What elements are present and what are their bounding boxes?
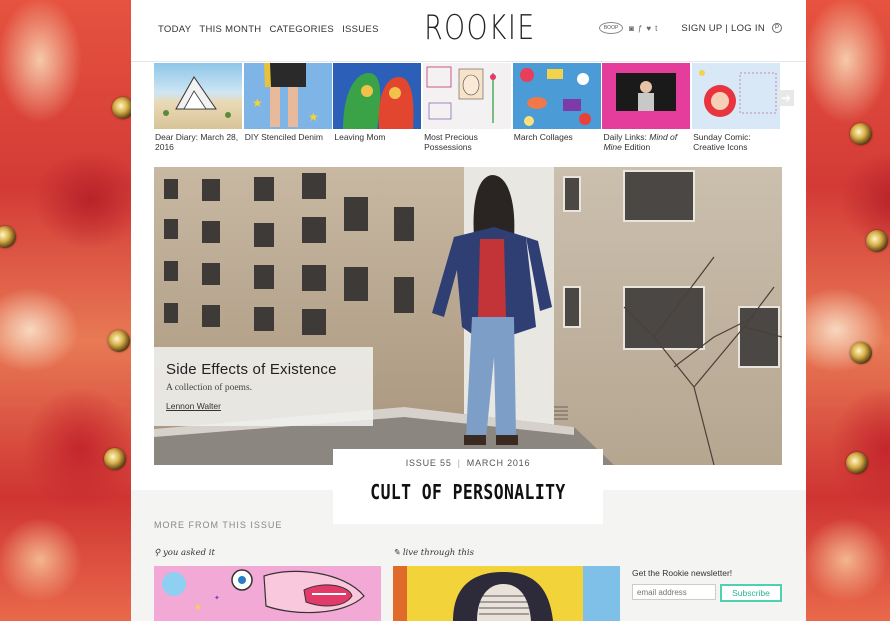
signup-login-link[interactable]: SIGN UP | LOG IN (681, 23, 765, 34)
carousel-caption[interactable]: Leaving Mom (333, 132, 423, 143)
carousel-item[interactable]: ★ ★ DIY Stenciled Denim (243, 63, 334, 155)
sequin-decoration (850, 123, 872, 145)
main-nav: TODAY THIS MONTH CATEGORIES ISSUES (158, 24, 379, 35)
issue-title[interactable]: CULT OF PERSONALITY (357, 480, 578, 504)
svg-text:★: ★ (252, 96, 263, 110)
newsletter-subscribe-button[interactable]: Subscribe (720, 584, 782, 602)
sequin-decoration (846, 452, 868, 474)
carousel-thumbnail[interactable] (602, 63, 691, 129)
carousel-thumbnail[interactable] (154, 63, 242, 129)
nav-issues[interactable]: ISSUES (342, 24, 379, 35)
featured-carousel: Dear Diary: March 28, 2016 ★ ★ DIY Stenc… (154, 63, 782, 155)
hero-subtitle: A collection of poems. (166, 383, 253, 393)
carousel-next-arrow-icon[interactable]: ➜ (778, 90, 794, 106)
category-tag-label: you asked it (162, 548, 215, 558)
issue-banner[interactable]: ISSUE 55 | MARCH 2016 CULT OF PERSONALITY (333, 449, 603, 524)
carousel-caption[interactable]: March Collages (513, 132, 603, 143)
hero-caption-box[interactable]: Side Effects of Existence A collection o… (154, 347, 373, 426)
article-card-image[interactable]: ★ ✦ (154, 566, 381, 621)
page-container: TODAY THIS MONTH CATEGORIES ISSUES ROOKI… (131, 0, 806, 621)
carousel-item[interactable]: Leaving Mom (333, 63, 423, 155)
category-tag-live-through-this[interactable]: ✎ live through this (393, 548, 474, 558)
facebook-icon[interactable]: ƒ (638, 24, 642, 33)
site-logo[interactable]: ROOKIE (424, 8, 534, 48)
carousel-item[interactable]: March Collages (512, 63, 603, 155)
twitter-icon[interactable]: ♥ (646, 24, 651, 33)
issue-meta: ISSUE 55 | MARCH 2016 (333, 458, 603, 468)
newsletter-label: Get the Rookie newsletter! (632, 568, 733, 578)
carousel-caption[interactable]: DIY Stenciled Denim (244, 132, 334, 143)
article-card-image[interactable] (393, 566, 620, 621)
section-heading: MORE FROM THIS ISSUE (154, 520, 283, 530)
hero-title[interactable]: Side Effects of Existence (166, 361, 361, 378)
header-right: BOOP ◙ ƒ ♥ t SIGN UP | LOG IN P (599, 22, 782, 34)
boop-badge-icon[interactable]: BOOP (599, 22, 624, 34)
carousel-caption[interactable]: Daily Links: Mind of Mine Edition (602, 132, 692, 152)
tumblr-icon[interactable]: t (655, 24, 657, 33)
carousel-item[interactable]: Daily Links: Mind of Mine Edition (602, 63, 692, 155)
carousel-caption[interactable]: Most Precious Possessions (423, 132, 513, 152)
svg-text:★: ★ (194, 602, 202, 612)
carousel-item[interactable]: Most Precious Possessions (423, 63, 513, 155)
carousel-thumbnail[interactable] (423, 63, 512, 129)
sequin-decoration (108, 330, 130, 352)
newsletter-email-input[interactable] (632, 584, 716, 600)
issue-number: ISSUE 55 (405, 458, 452, 468)
sequin-decoration (850, 342, 872, 364)
watercolor-background-left (0, 0, 134, 621)
hero-feature[interactable]: Side Effects of Existence A collection o… (154, 167, 782, 465)
carousel-caption[interactable]: Dear Diary: March 28, 2016 (154, 132, 244, 152)
carousel-caption[interactable]: Sunday Comic: Creative Icons (692, 132, 782, 152)
carousel-item[interactable]: Dear Diary: March 28, 2016 (154, 63, 244, 155)
svg-text:★: ★ (308, 110, 319, 124)
separator: | (457, 458, 461, 468)
category-tag-label: live through this (402, 548, 474, 558)
caption-text: Edition (621, 141, 651, 152)
carousel-thumbnail[interactable] (333, 63, 422, 129)
newsletter-signup: Get the Rookie newsletter! Subscribe (632, 568, 782, 602)
site-header: TODAY THIS MONTH CATEGORIES ISSUES ROOKI… (131, 0, 806, 62)
issue-date: MARCH 2016 (466, 458, 531, 468)
carousel-thumbnail[interactable]: ★ ★ (243, 63, 332, 129)
carousel-thumbnail[interactable] (692, 63, 781, 129)
sequin-decoration (0, 226, 16, 248)
nav-categories[interactable]: CATEGORIES (269, 24, 334, 35)
svg-text:✦: ✦ (214, 594, 220, 602)
sequin-decoration (104, 448, 126, 470)
category-tag-you-asked-it[interactable]: ⚲ you asked it (154, 548, 215, 558)
carousel-item[interactable]: Sunday Comic: Creative Icons (692, 63, 782, 155)
nav-this-month[interactable]: THIS MONTH (199, 24, 261, 35)
carousel-thumbnail[interactable] (512, 63, 601, 129)
watercolor-background-right (806, 0, 890, 621)
sequin-decoration (866, 230, 888, 252)
caption-text: Daily Links: (603, 132, 650, 142)
hero-author-link[interactable]: Lennon Walter (166, 401, 221, 411)
pinterest-icon[interactable]: P (772, 23, 782, 33)
instagram-icon[interactable]: ◙ (629, 24, 634, 33)
nav-today[interactable]: TODAY (158, 24, 191, 35)
